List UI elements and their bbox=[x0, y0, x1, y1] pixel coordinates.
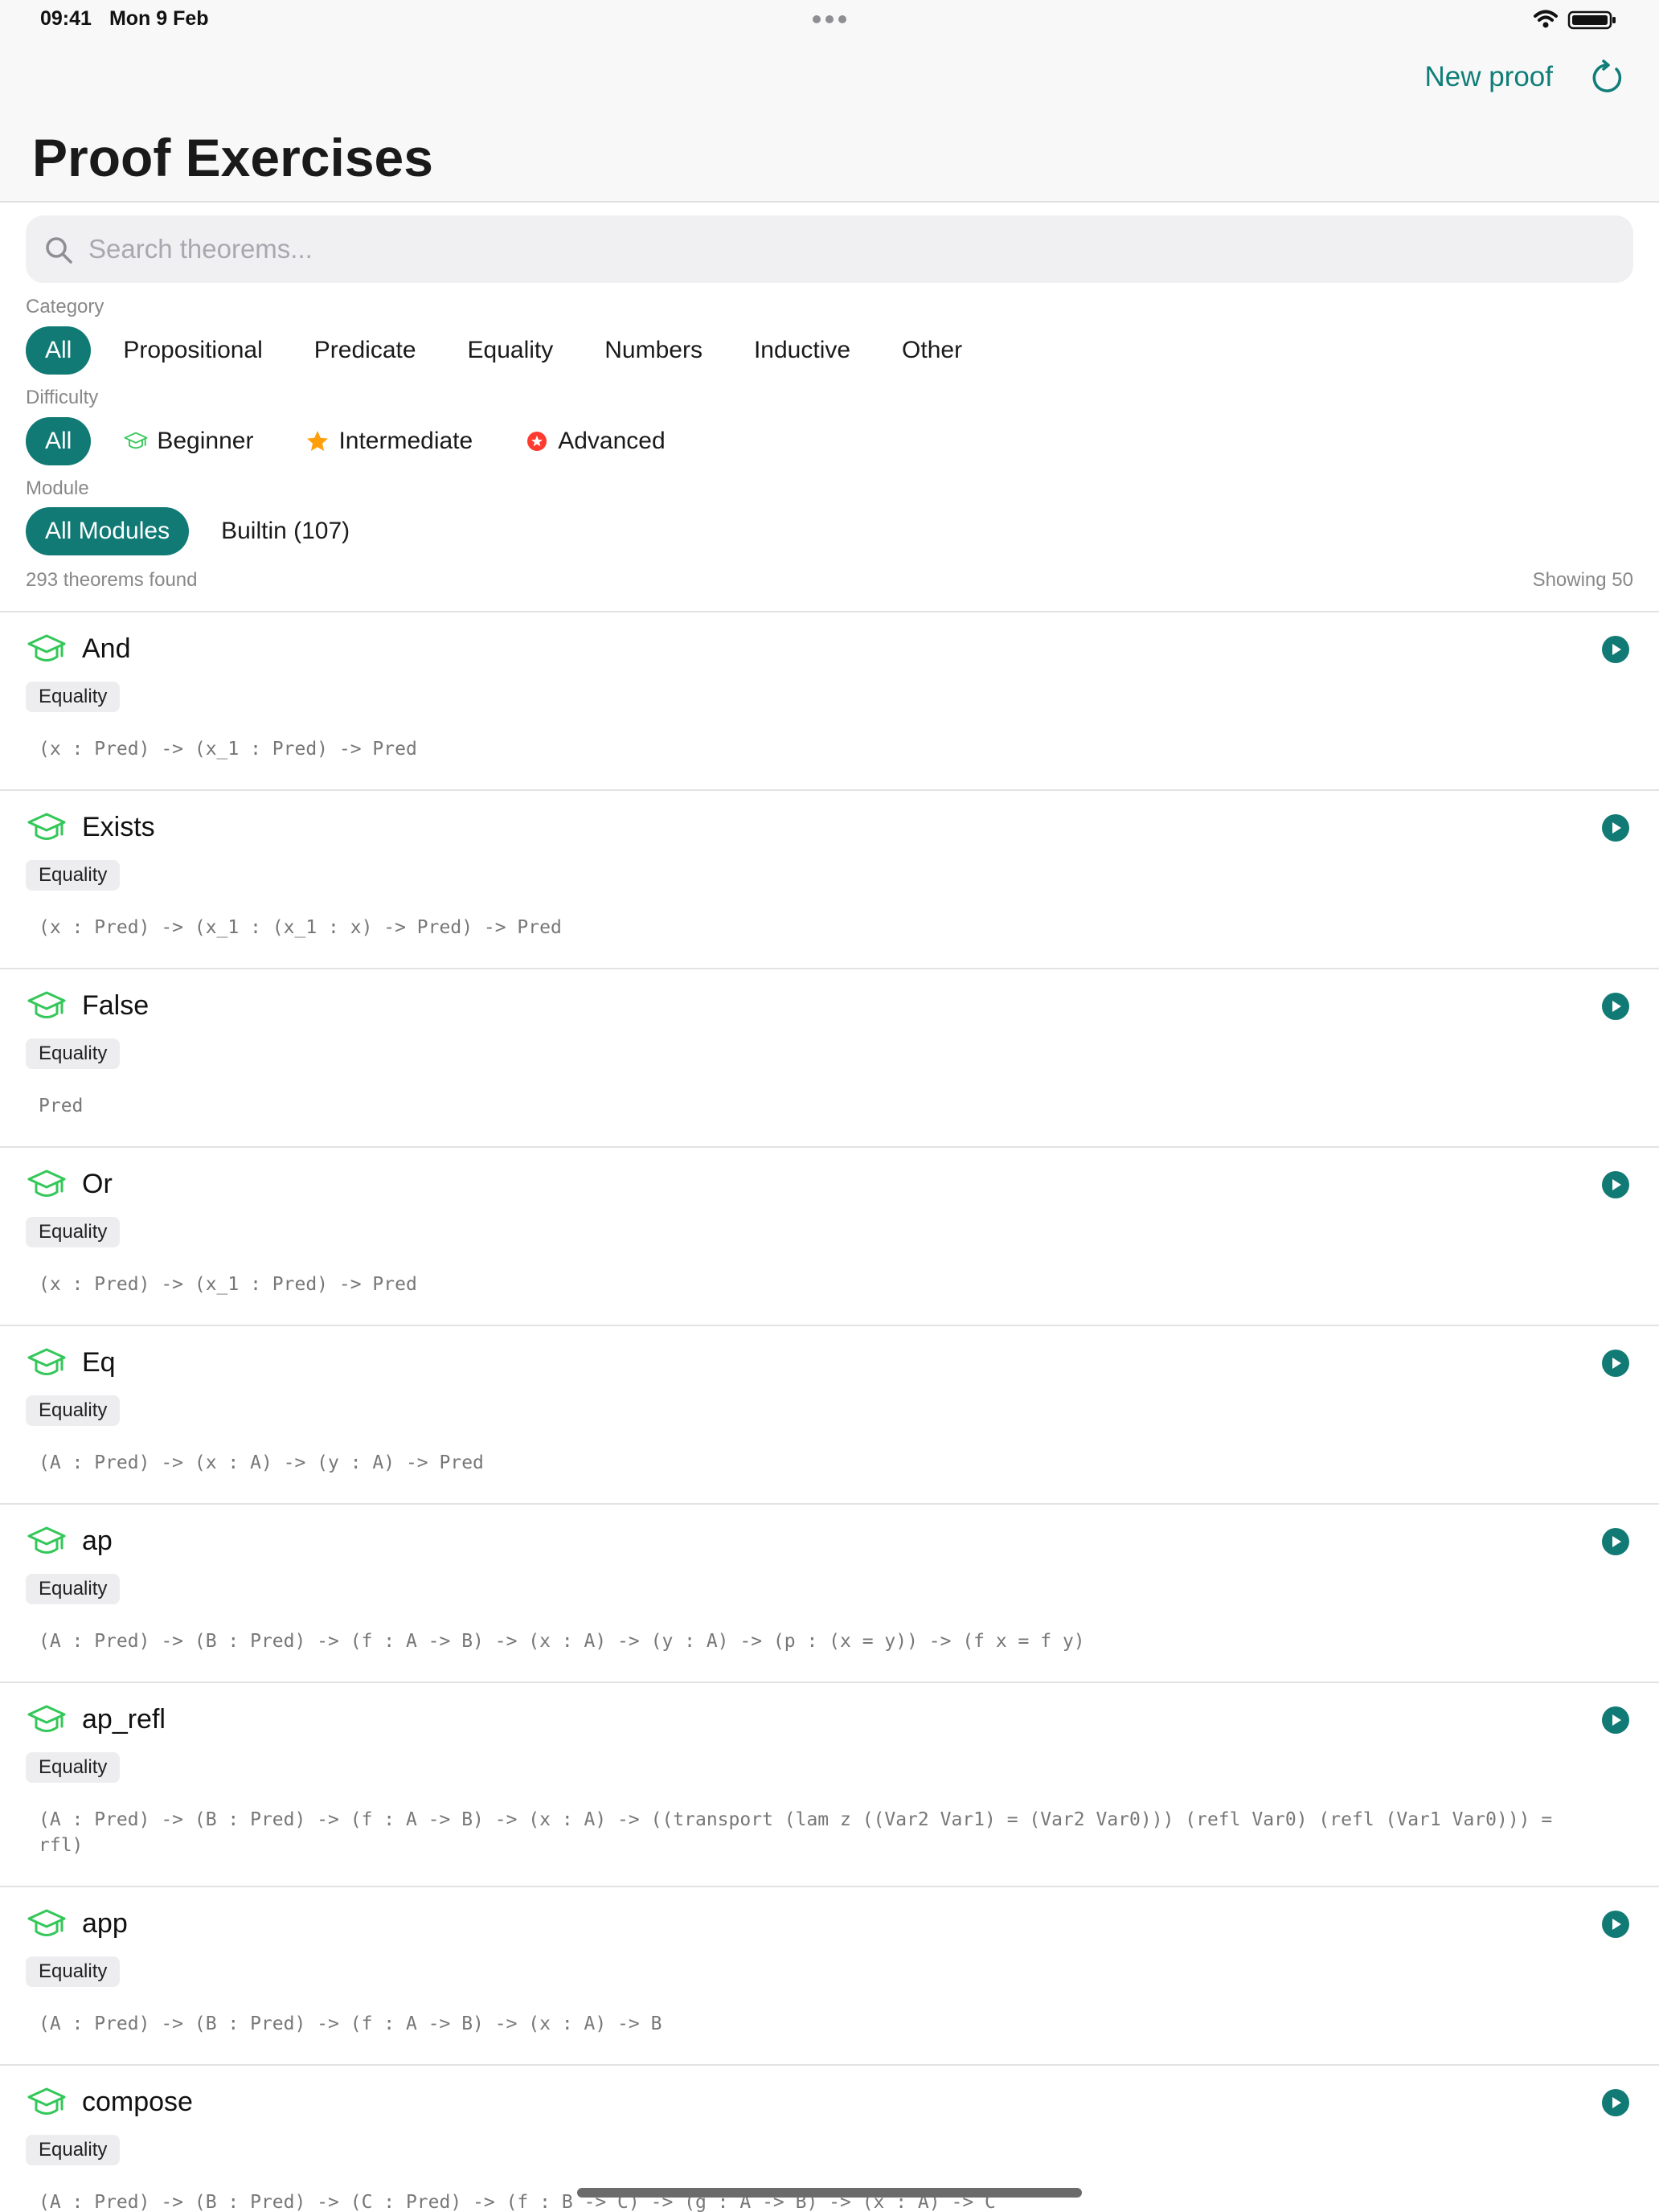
play-icon[interactable] bbox=[1601, 813, 1630, 842]
category-label: Category bbox=[26, 296, 104, 317]
difficulty-chip-all[interactable]: All bbox=[26, 417, 92, 465]
play-icon[interactable] bbox=[1601, 992, 1630, 1021]
theorem-name: And bbox=[82, 633, 131, 664]
difficulty-label: Difficulty bbox=[26, 387, 99, 408]
module-chip-builtin[interactable]: Builtin (107) bbox=[202, 507, 369, 555]
graduation-cap-icon bbox=[27, 1705, 66, 1732]
category-tag: Equality bbox=[26, 860, 121, 891]
difficulty-chip-advanced[interactable]: Advanced bbox=[505, 417, 684, 465]
theorem-name: app bbox=[82, 1908, 128, 1939]
status-bar-clock: 09:41 Mon 9 Feb bbox=[40, 7, 227, 31]
difficulty-chip-advanced-label: Advanced bbox=[558, 428, 666, 454]
category-chip-numbers[interactable]: Numbers bbox=[585, 326, 722, 375]
theorem-name: Eq bbox=[82, 1347, 116, 1378]
multitasking-dots-icon[interactable] bbox=[810, 11, 849, 27]
graduation-cap-icon bbox=[27, 1909, 66, 1936]
difficulty-chip-beginner-label: Beginner bbox=[157, 428, 254, 454]
difficulty-chip-intermediate[interactable]: Intermediate bbox=[285, 417, 492, 465]
status-date: Mon 9 Feb bbox=[109, 7, 209, 30]
category-chip-other[interactable]: Other bbox=[883, 326, 981, 375]
category-chip-propositional[interactable]: Propositional bbox=[104, 326, 281, 375]
theorem-name: False bbox=[82, 990, 150, 1021]
theorem-signature: (A : Pred) -> (B : Pred) -> (f : A -> B)… bbox=[39, 2013, 662, 2034]
graduation-cap-icon bbox=[124, 432, 148, 449]
category-tag: Equality bbox=[26, 1752, 121, 1783]
category-chips: All Propositional Predicate Equality Num… bbox=[26, 326, 994, 375]
graduation-cap-icon bbox=[27, 991, 66, 1018]
star-icon bbox=[307, 431, 329, 451]
search-input[interactable] bbox=[88, 227, 1600, 272]
badge-icon bbox=[527, 432, 547, 451]
status-time: 09:41 bbox=[40, 7, 92, 30]
difficulty-chip-intermediate-label: Intermediate bbox=[338, 428, 473, 454]
play-icon[interactable] bbox=[1601, 635, 1630, 664]
theorem-signature: Pred bbox=[39, 1096, 84, 1116]
search-bar[interactable] bbox=[26, 215, 1633, 283]
theorem-signature: (A : Pred) -> (B : Pred) -> (f : A -> B)… bbox=[39, 1631, 1085, 1652]
module-label: Module bbox=[26, 477, 89, 499]
category-tag: Equality bbox=[26, 2135, 121, 2165]
status-icons bbox=[1534, 10, 1616, 30]
results-count: 293 theorems found bbox=[26, 569, 198, 591]
theorem-row[interactable]: Or Equality (x : Pred) -> (x_1 : Pred) -> … bbox=[0, 1148, 1659, 1326]
category-tag: Equality bbox=[26, 1574, 121, 1604]
graduation-cap-icon bbox=[27, 1169, 66, 1197]
theorem-signature: (A : Pred) -> (B : Pred) -> (f : A -> B)… bbox=[39, 1809, 1564, 1856]
category-chip-all[interactable]: All bbox=[26, 326, 92, 375]
difficulty-chip-beginner[interactable]: Beginner bbox=[104, 417, 272, 465]
difficulty-chips: All Beginner Intermediate Advanced bbox=[26, 417, 698, 465]
category-tag: Equality bbox=[26, 1217, 121, 1247]
play-icon[interactable] bbox=[1601, 1910, 1630, 1939]
theorem-name: compose bbox=[82, 2087, 193, 2117]
theorem-name: ap bbox=[82, 1526, 113, 1556]
play-icon[interactable] bbox=[1601, 1349, 1630, 1378]
refresh-icon[interactable] bbox=[1588, 59, 1625, 96]
results-showing: Showing 50 bbox=[1532, 569, 1633, 591]
category-tag: Equality bbox=[26, 1038, 121, 1069]
module-chip-all[interactable]: All Modules bbox=[26, 507, 190, 555]
graduation-cap-icon bbox=[27, 634, 66, 662]
theorem-signature: (x : Pred) -> (x_1 : Pred) -> Pred bbox=[39, 1274, 417, 1295]
theorem-signature: (A : Pred) -> (x : A) -> (y : A) -> Pred bbox=[39, 1452, 484, 1473]
play-icon[interactable] bbox=[1601, 1527, 1630, 1556]
graduation-cap-icon bbox=[27, 1348, 66, 1375]
search-icon bbox=[46, 237, 72, 264]
theorem-signature: (x : Pred) -> (x_1 : Pred) -> Pred bbox=[39, 739, 417, 760]
theorem-row[interactable]: ap Equality (A : Pred) -> (B : Pred) -> (f… bbox=[0, 1505, 1659, 1683]
theorem-row[interactable]: Eq Equality (A : Pred) -> (x : A) -> (y : … bbox=[0, 1326, 1659, 1505]
category-tag: Equality bbox=[26, 1395, 121, 1426]
theorem-signature: (x : Pred) -> (x_1 : (x_1 : x) -> Pred) … bbox=[39, 917, 562, 938]
graduation-cap-icon bbox=[27, 1526, 66, 1554]
home-indicator[interactable] bbox=[577, 2188, 1082, 2198]
theorem-name: Exists bbox=[82, 812, 155, 842]
navigation-header: 09:41 Mon 9 Feb New proof Proof Exercises bbox=[0, 0, 1659, 203]
difficulty-chip-all-label: All bbox=[45, 428, 72, 454]
theorem-row[interactable]: ap_refl Equality (A : Pred) -> (B : Pred) … bbox=[0, 1683, 1659, 1887]
theorem-row[interactable]: And Equality (x : Pred) -> (x_1 : Pred) ->… bbox=[0, 612, 1659, 791]
theorem-name: ap_refl bbox=[82, 1704, 166, 1735]
category-tag: Equality bbox=[26, 682, 121, 712]
graduation-cap-icon bbox=[27, 2087, 66, 2115]
new-proof-button[interactable]: New proof bbox=[1424, 61, 1553, 93]
wifi-icon bbox=[1534, 10, 1558, 28]
theorem-row[interactable]: Exists Equality (x : Pred) -> (x_1 : (x_1 … bbox=[0, 791, 1659, 969]
play-icon[interactable] bbox=[1601, 2088, 1630, 2117]
theorem-row[interactable]: False Equality Pred bbox=[0, 969, 1659, 1148]
battery-icon bbox=[1567, 10, 1616, 30]
category-chip-equality[interactable]: Equality bbox=[449, 326, 573, 375]
play-icon[interactable] bbox=[1601, 1706, 1630, 1735]
category-tag: Equality bbox=[26, 1956, 121, 1987]
theorem-name: Or bbox=[82, 1169, 113, 1199]
graduation-cap-icon bbox=[27, 813, 66, 840]
page-title: Proof Exercises bbox=[32, 128, 433, 187]
module-chips: All Modules Builtin (107) bbox=[26, 507, 382, 555]
theorem-row[interactable]: app Equality (A : Pred) -> (B : Pred) -> (… bbox=[0, 1887, 1659, 2066]
theorem-list: And Equality (x : Pred) -> (x_1 : Pred) ->… bbox=[0, 611, 1659, 2212]
category-chip-predicate[interactable]: Predicate bbox=[295, 326, 436, 375]
category-chip-inductive[interactable]: Inductive bbox=[735, 326, 870, 375]
play-icon[interactable] bbox=[1601, 1170, 1630, 1199]
